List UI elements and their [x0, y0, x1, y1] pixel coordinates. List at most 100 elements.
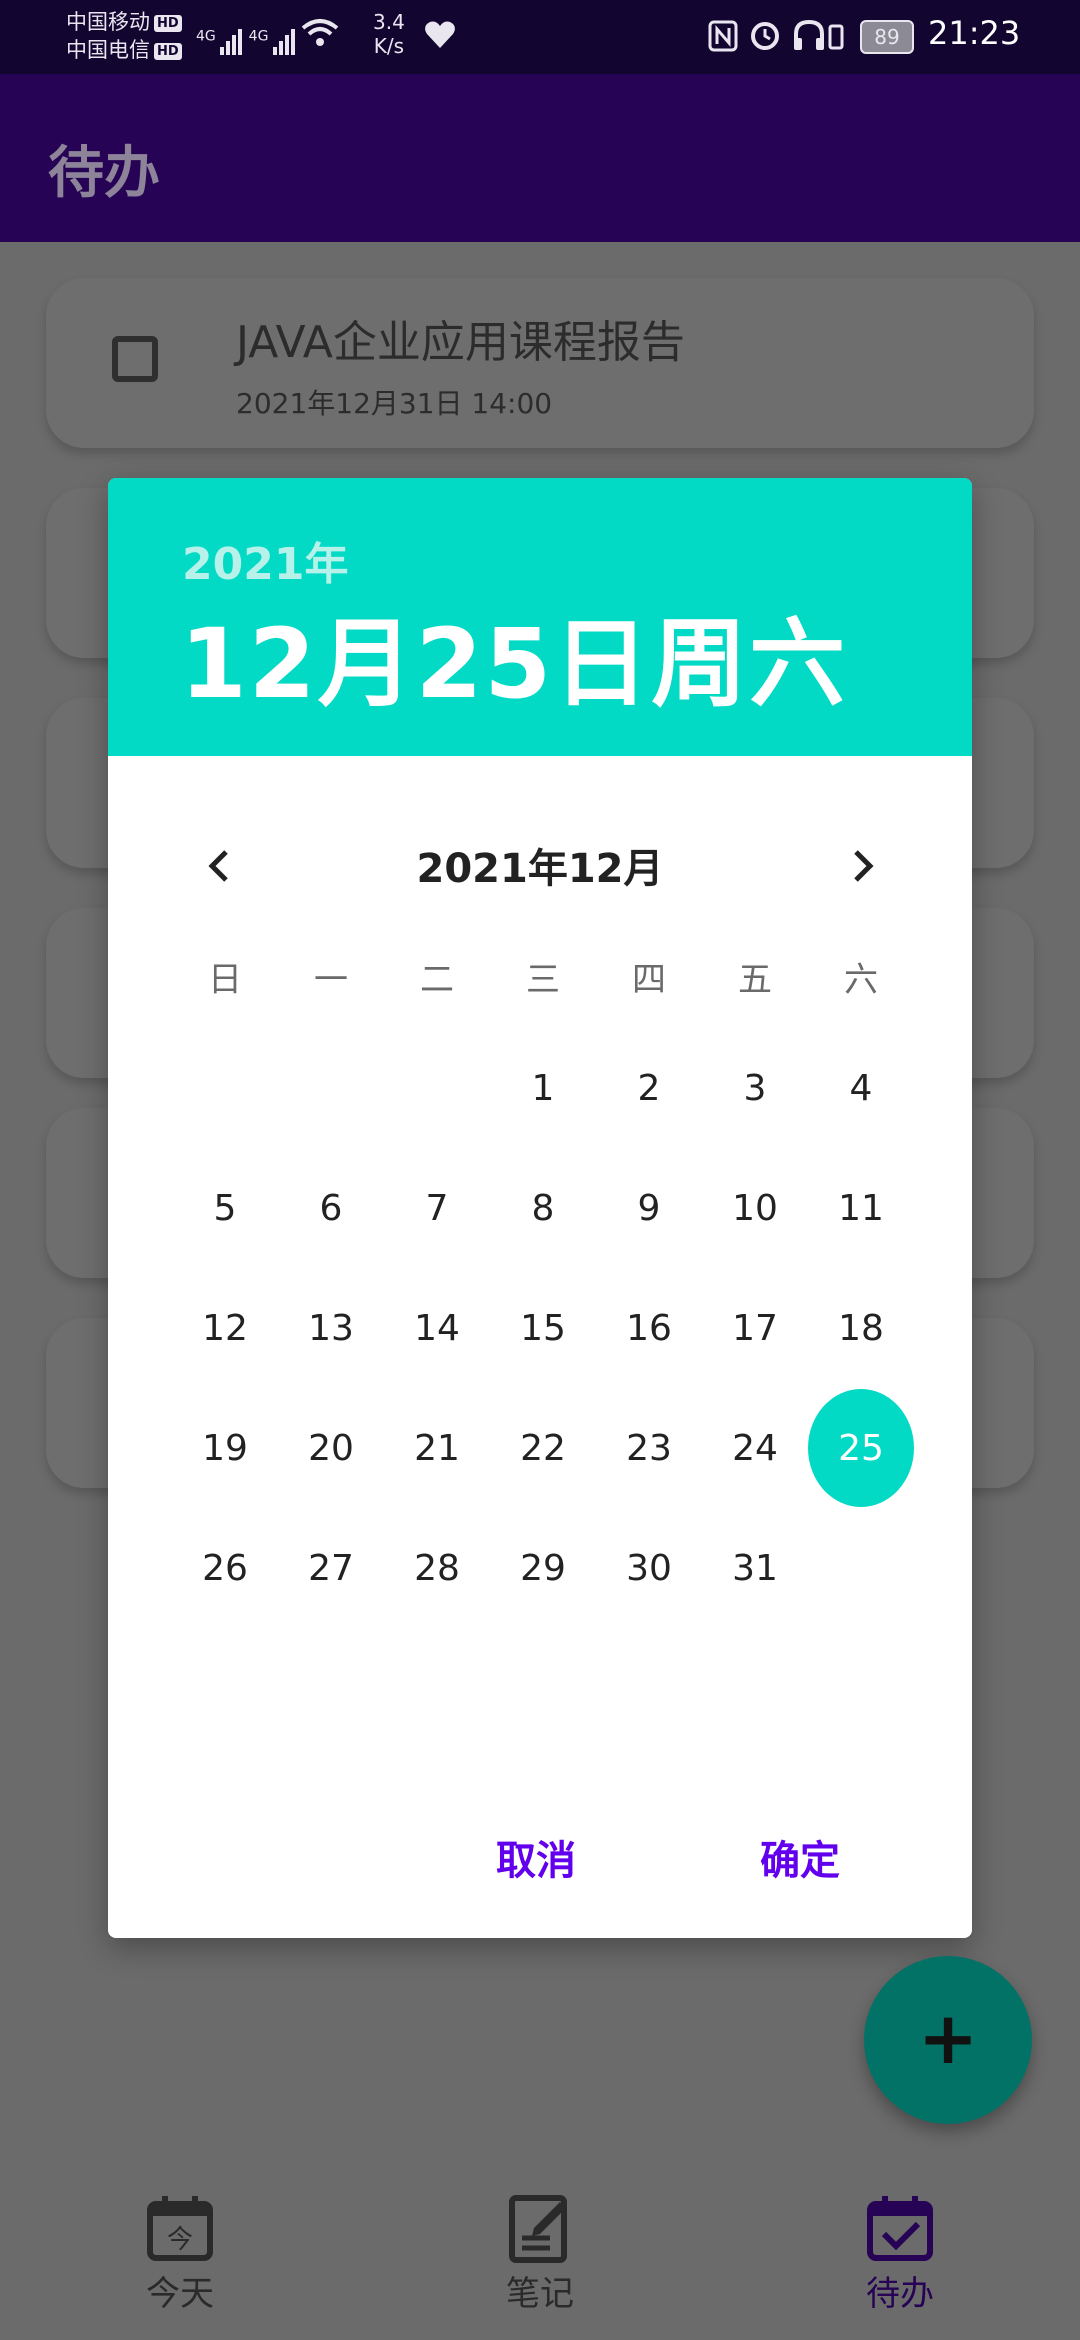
- todo-checkbox[interactable]: [112, 336, 158, 382]
- calendar-week-row: 26 27 28 29 30 31: [172, 1508, 914, 1628]
- day-number[interactable]: 1: [490, 1029, 596, 1147]
- day-number[interactable]: 2: [596, 1029, 702, 1147]
- hd-badge-2: HD: [154, 42, 182, 60]
- day-number[interactable]: 30: [596, 1509, 702, 1627]
- day-number[interactable]: 7: [384, 1149, 490, 1267]
- calendar-day-cell[interactable]: 18: [808, 1268, 914, 1388]
- day-number[interactable]: 29: [490, 1509, 596, 1627]
- day-number[interactable]: 10: [702, 1149, 808, 1267]
- calendar-today-icon: 今: [144, 2192, 216, 2264]
- calendar-week-row: 5 6 7 8 9 10 11: [172, 1148, 914, 1268]
- signal-bars-icon-2: [272, 29, 297, 55]
- day-number[interactable]: 3: [702, 1029, 808, 1147]
- calendar-check-icon: [864, 2192, 936, 2264]
- calendar-day-cell[interactable]: 7: [384, 1148, 490, 1268]
- calendar-day-cell[interactable]: 4: [808, 1028, 914, 1148]
- calendar-day-cell[interactable]: 23: [596, 1388, 702, 1508]
- nav-item-notes[interactable]: 笔记: [430, 2192, 650, 2315]
- calendar-day-cell[interactable]: 27: [278, 1508, 384, 1628]
- calendar-day-cell[interactable]: 14: [384, 1268, 490, 1388]
- calendar-day-cell[interactable]: 13: [278, 1268, 384, 1388]
- network-type-1: 4G: [196, 28, 216, 45]
- speed-value: 3.4: [373, 10, 405, 34]
- calendar-day-cell[interactable]: 8: [490, 1148, 596, 1268]
- day-number[interactable]: 13: [278, 1269, 384, 1387]
- next-month-button[interactable]: [822, 826, 902, 906]
- day-number[interactable]: 31: [702, 1509, 808, 1627]
- calendar-day-cell[interactable]: 21: [384, 1388, 490, 1508]
- todo-title: JAVA企业应用课程报告: [236, 317, 685, 368]
- selected-day[interactable]: 25: [808, 1389, 914, 1507]
- confirm-button[interactable]: 确定: [760, 1828, 840, 1886]
- day-number[interactable]: 11: [808, 1149, 914, 1267]
- day-number[interactable]: 26: [172, 1509, 278, 1627]
- nav-item-todo[interactable]: 待办: [790, 2192, 1010, 2315]
- weekday-label: 日: [208, 960, 242, 1000]
- day-number[interactable]: 19: [172, 1389, 278, 1507]
- calendar-day-cell[interactable]: 31: [702, 1508, 808, 1628]
- weekday-label: 二: [420, 960, 454, 1000]
- calendar-day-cell[interactable]: 11: [808, 1148, 914, 1268]
- calendar-day-cell[interactable]: 3: [702, 1028, 808, 1148]
- day-number[interactable]: 14: [384, 1269, 490, 1387]
- headphone-icon: [792, 18, 848, 56]
- calendar-day-cell[interactable]: 19: [172, 1388, 278, 1508]
- calendar-day-cell[interactable]: 28: [384, 1508, 490, 1628]
- day-number[interactable]: 28: [384, 1509, 490, 1627]
- wifi-icon: [301, 19, 339, 55]
- day-number[interactable]: 18: [808, 1269, 914, 1387]
- calendar-day-cell[interactable]: 25: [808, 1388, 914, 1508]
- nav-label-today: 今天: [146, 2274, 214, 2314]
- weekday-label: 六: [844, 960, 878, 1000]
- nav-item-today[interactable]: 今 今天: [70, 2192, 290, 2315]
- day-number[interactable]: 12: [172, 1269, 278, 1387]
- calendar-day-cell[interactable]: 12: [172, 1268, 278, 1388]
- day-number[interactable]: 23: [596, 1389, 702, 1507]
- signal-bars-icon: [220, 29, 244, 55]
- calendar-day-cell[interactable]: 30: [596, 1508, 702, 1628]
- day-number[interactable]: 27: [278, 1509, 384, 1627]
- day-number[interactable]: 9: [596, 1149, 702, 1267]
- calendar-day-cell[interactable]: 10: [702, 1148, 808, 1268]
- day-number[interactable]: 4: [808, 1029, 914, 1147]
- network-speed: 3.4 K/s: [373, 10, 405, 58]
- day-number[interactable]: 16: [596, 1269, 702, 1387]
- calendar-day-cell[interactable]: 26: [172, 1508, 278, 1628]
- calendar-day-cell[interactable]: 9: [596, 1148, 702, 1268]
- day-number[interactable]: 5: [172, 1149, 278, 1267]
- day-number[interactable]: 21: [384, 1389, 490, 1507]
- calendar-day-cell[interactable]: 6: [278, 1148, 384, 1268]
- calendar-day-cell: [384, 1028, 490, 1148]
- date-picker-header: 2021年 12月25日周六: [108, 478, 972, 756]
- calendar-day-cell[interactable]: 29: [490, 1508, 596, 1628]
- todo-card[interactable]: JAVA企业应用课程报告 2021年12月31日 14:00: [46, 278, 1034, 448]
- calendar-day-cell[interactable]: 24: [702, 1388, 808, 1508]
- carrier-info: 中国移动 HD 中国电信 HD: [66, 8, 182, 64]
- calendar-days: 1 2 3 4 5 6 7 8 9 10 11 12 13 14 15 16 17 18 19 20 21 22 23 24 2…: [172, 1028, 914, 1628]
- day-number[interactable]: 24: [702, 1389, 808, 1507]
- page-title: 待办: [48, 141, 160, 206]
- day-number[interactable]: 22: [490, 1389, 596, 1507]
- day-number[interactable]: 6: [278, 1149, 384, 1267]
- calendar-week-row: 1234: [172, 1028, 914, 1148]
- day-number[interactable]: 15: [490, 1269, 596, 1387]
- calendar-day-cell[interactable]: 22: [490, 1388, 596, 1508]
- bottom-navigation: 今 今天 笔记 待办: [0, 2162, 1080, 2340]
- svg-text:今: 今: [167, 2225, 193, 2255]
- calendar-day-cell[interactable]: 5: [172, 1148, 278, 1268]
- header-selected-date[interactable]: 12月25日周六: [180, 586, 847, 725]
- cancel-button[interactable]: 取消: [496, 1828, 576, 1886]
- day-number[interactable]: 17: [702, 1269, 808, 1387]
- header-year[interactable]: 2021年: [182, 528, 348, 592]
- calendar-day-cell[interactable]: 1: [490, 1028, 596, 1148]
- day-number[interactable]: 8: [490, 1149, 596, 1267]
- calendar-day-cell[interactable]: 2: [596, 1028, 702, 1148]
- chevron-right-icon: [854, 850, 874, 882]
- day-number[interactable]: 20: [278, 1389, 384, 1507]
- calendar-day-cell[interactable]: 16: [596, 1268, 702, 1388]
- calendar-day-cell[interactable]: 15: [490, 1268, 596, 1388]
- add-todo-button[interactable]: +: [864, 1956, 1032, 2124]
- nav-label-notes: 笔记: [506, 2274, 574, 2314]
- calendar-day-cell[interactable]: 20: [278, 1388, 384, 1508]
- calendar-day-cell[interactable]: 17: [702, 1268, 808, 1388]
